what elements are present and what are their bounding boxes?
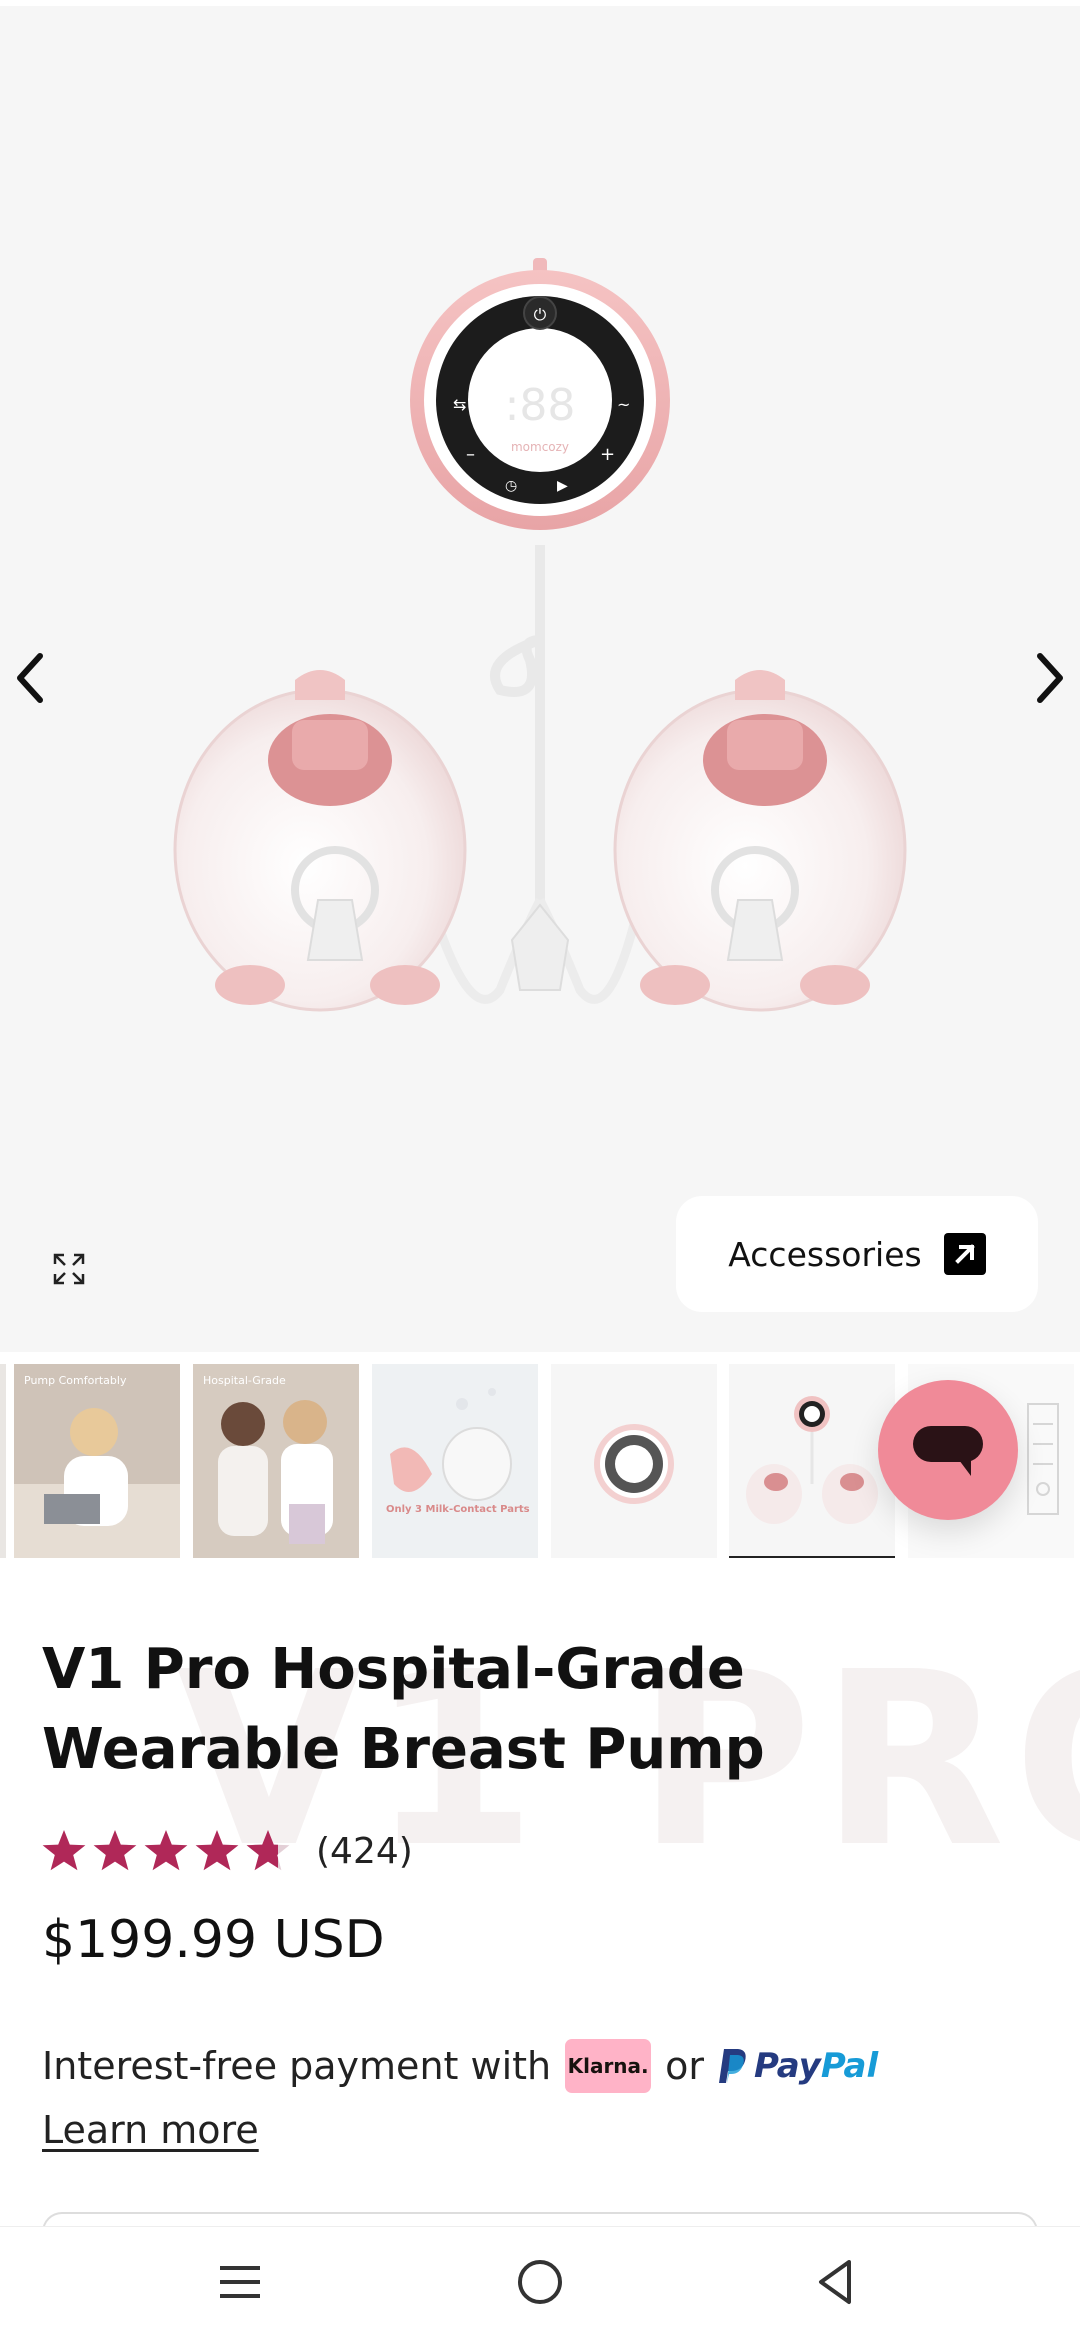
product-page: :88 momcozy ⏻ ⇆ ~ – + ◷ ▶ Accessories Pu… <box>0 0 1080 2336</box>
thumbnail[interactable] <box>0 1364 6 1558</box>
back-button[interactable] <box>795 2247 875 2317</box>
thumbnail[interactable]: Only 3 Milk-Contact Parts <box>372 1364 538 1558</box>
svg-text:~: ~ <box>617 395 630 414</box>
accessories-label: Accessories <box>728 1234 922 1274</box>
home-circle-icon <box>518 2260 562 2304</box>
chat-icon <box>913 1426 983 1476</box>
back-triangle-icon <box>819 2260 851 2304</box>
star-rating <box>40 1828 292 1874</box>
product-image-gallery[interactable]: :88 momcozy ⏻ ⇆ ~ – + ◷ ▶ Accessories <box>0 0 1080 1352</box>
thumbnail-caption: Hospital-Grade <box>203 1374 286 1387</box>
learn-more-link[interactable]: Learn more <box>42 2108 259 2152</box>
thumbnail[interactable]: Hospital-Grade <box>193 1364 359 1558</box>
chat-button[interactable] <box>878 1380 1018 1520</box>
star-icon <box>93 1830 137 1871</box>
thumbnail[interactable]: Pump Comfortably <box>14 1364 180 1558</box>
payment-options: Interest-free payment with Klarna. or Pa… <box>42 2036 878 2096</box>
home-button[interactable] <box>500 2247 580 2317</box>
review-count[interactable]: (424) <box>316 1831 413 1872</box>
product-title: V1 Pro Hospital-Grade Wearable Breast Pu… <box>42 1637 765 1782</box>
star-icon <box>195 1830 239 1871</box>
thumbnail-image <box>14 1364 180 1558</box>
paypal-icon <box>719 2049 746 2083</box>
menu-icon <box>220 2266 260 2298</box>
thumbnail-caption: Only 3 Milk-Contact Parts <box>386 1504 530 1515</box>
expand-image-button[interactable] <box>44 1244 94 1294</box>
system-navigation-bar <box>0 2226 1080 2336</box>
thumbnail-image <box>551 1364 717 1558</box>
gallery-prev-button[interactable] <box>0 648 60 708</box>
svg-text:▶: ▶ <box>557 478 568 494</box>
paypal-logo: PayPal <box>718 2046 878 2086</box>
paypal-pal: Pal <box>820 2046 879 2086</box>
svg-text:⏻: ⏻ <box>534 305 547 324</box>
klarna-logo: Klarna. <box>565 2039 652 2093</box>
expand-icon <box>53 1253 85 1285</box>
product-price: $199.99 USD <box>42 1910 385 1970</box>
accessories-button[interactable]: Accessories <box>676 1196 1038 1312</box>
star-icon <box>144 1830 188 1871</box>
recent-apps-button[interactable] <box>200 2247 280 2317</box>
product-image: :88 momcozy ⏻ ⇆ ~ – + ◷ ▶ <box>173 258 907 1012</box>
star-half-icon <box>246 1830 290 1871</box>
thumbnail[interactable] <box>551 1364 717 1558</box>
payment-text: Interest-free payment with <box>42 2044 552 2088</box>
thumbnail-caption: Pump Comfortably <box>24 1374 127 1387</box>
svg-text:momcozy: momcozy <box>511 440 569 454</box>
svg-text:+: + <box>600 444 615 465</box>
paypal-pay: Pay <box>754 2046 821 2086</box>
product-rating[interactable]: (424) <box>40 1826 413 1876</box>
payment-or: or <box>665 2044 704 2088</box>
thumbnail-image <box>729 1364 895 1556</box>
svg-text:⇆: ⇆ <box>453 395 466 414</box>
thumbnail-image <box>372 1364 538 1558</box>
thumbnail-image <box>193 1364 359 1558</box>
chevron-right-icon <box>1037 653 1063 703</box>
star-icon <box>42 1830 86 1871</box>
svg-text::88: :88 <box>505 380 576 431</box>
svg-text:–: – <box>466 444 475 465</box>
arrow-up-right-icon <box>943 1233 986 1275</box>
svg-text:◷: ◷ <box>505 478 517 494</box>
thumbnail-selected[interactable] <box>729 1364 895 1558</box>
chevron-left-icon <box>17 653 43 703</box>
gallery-next-button[interactable] <box>1020 648 1080 708</box>
